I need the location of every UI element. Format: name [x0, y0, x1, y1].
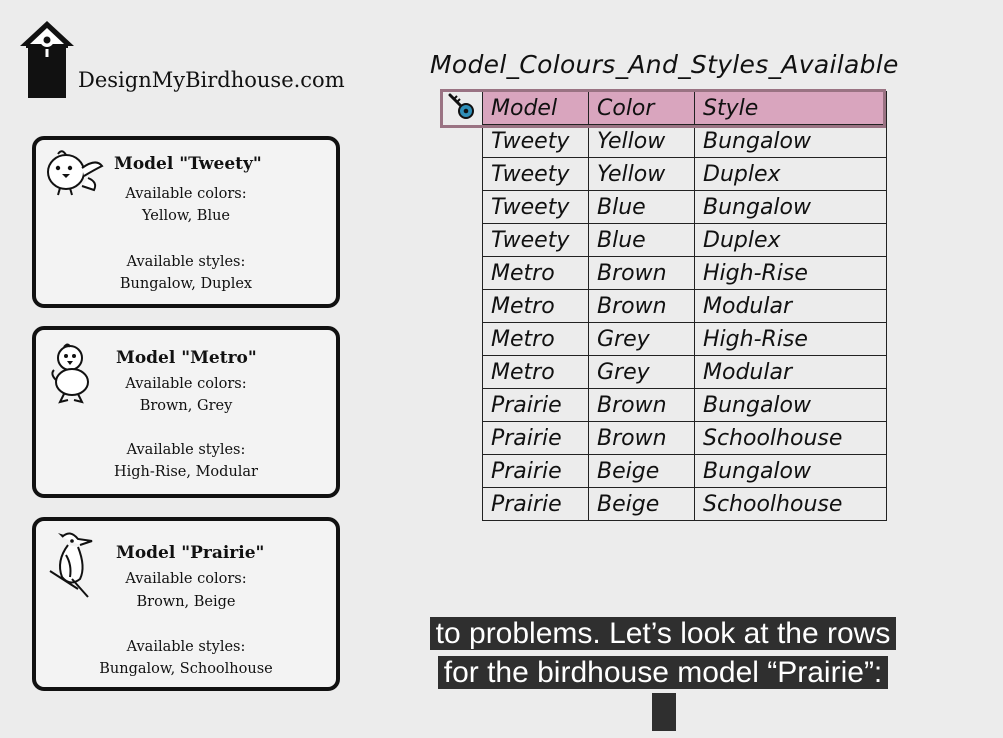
- key-icon: [448, 93, 474, 119]
- cell-model: Metro: [482, 256, 589, 290]
- cell-style: Duplex: [694, 157, 887, 191]
- styles-label: Available styles:: [126, 254, 246, 270]
- model-card-tweety: Model "Tweety" Available colors: Yellow,…: [32, 136, 340, 308]
- table-row: Metro Brown Modular: [482, 289, 887, 323]
- cell-color: Brown: [588, 388, 695, 422]
- table-row: Prairie Beige Schoolhouse: [482, 487, 887, 521]
- cell-model: Metro: [482, 322, 589, 356]
- cell-color: Grey: [588, 322, 695, 356]
- colors-label: Available colors:: [125, 571, 247, 587]
- cell-color: Brown: [588, 421, 695, 455]
- cell-style: Bungalow: [694, 388, 887, 422]
- model-card-prairie: Model "Prairie" Available colors: Brown,…: [32, 517, 340, 691]
- duck-icon: [51, 343, 89, 404]
- styles-label: Available styles:: [126, 639, 246, 655]
- cell-color: Brown: [588, 289, 695, 323]
- model-table: Model Color Style Tweety Yellow Bungalow Tw…: [482, 91, 887, 521]
- colors-value: Yellow, Blue: [141, 208, 231, 224]
- table-row: Prairie Beige Bungalow: [482, 454, 887, 488]
- cell-style: Schoolhouse: [694, 487, 887, 521]
- cell-style: Modular: [694, 355, 887, 389]
- table-row: Tweety Blue Duplex: [482, 223, 887, 257]
- model-card-metro: Model "Metro" Available colors: Brown, G…: [32, 326, 340, 498]
- cell-model: Tweety: [482, 157, 589, 191]
- cell-model: Prairie: [482, 454, 589, 488]
- cell-model: Tweety: [482, 190, 589, 224]
- table-row: Tweety Yellow Duplex: [482, 157, 887, 191]
- table-row: Tweety Yellow Bungalow: [482, 124, 887, 158]
- cell-style: Bungalow: [694, 124, 887, 158]
- cell-model: Prairie: [482, 487, 589, 521]
- cell-model: Metro: [482, 289, 589, 323]
- colors-label: Available colors:: [125, 186, 247, 202]
- table-row: Prairie Brown Bungalow: [482, 388, 887, 422]
- cell-model: Metro: [482, 355, 589, 389]
- header-color: Color: [588, 91, 695, 125]
- cell-style: High-Rise: [694, 322, 887, 356]
- styles-label: Available styles:: [126, 442, 246, 458]
- colors-label: Available colors:: [125, 376, 247, 392]
- header-style: Style: [694, 91, 887, 125]
- table-row: Metro Brown High-Rise: [482, 256, 887, 290]
- cell-color: Beige: [588, 487, 695, 521]
- cell-color: Brown: [588, 256, 695, 290]
- styles-value: Bungalow, Duplex: [119, 276, 253, 292]
- model-title: Model "Metro": [116, 348, 257, 368]
- cell-model: Prairie: [482, 388, 589, 422]
- table-title: Model_Colours_And_Styles_Available: [430, 50, 899, 79]
- cell-style: Schoolhouse: [694, 421, 887, 455]
- table-header-row: Model Color Style: [482, 91, 887, 125]
- cell-style: High-Rise: [694, 256, 887, 290]
- model-title: Model "Prairie": [116, 543, 265, 563]
- caption-line-2: for the birdhouse model “Prairie”:: [437, 656, 889, 689]
- caption-line-1: to problems. Let’s look at the rows: [429, 617, 897, 650]
- site-name: DesignMyBirdhouse.com: [78, 68, 345, 92]
- site-logo: DesignMyBirdhouse.com: [18, 18, 358, 103]
- cell-model: Prairie: [482, 421, 589, 455]
- subtitle-caption: to problems. Let’s look at the rows for …: [394, 614, 932, 692]
- cell-style: Modular: [694, 289, 887, 323]
- table-row: Metro Grey High-Rise: [482, 322, 887, 356]
- caption-cursor: [652, 693, 676, 731]
- cell-color: Yellow: [588, 157, 695, 191]
- cell-model: Tweety: [482, 223, 589, 257]
- table-row: Prairie Brown Schoolhouse: [482, 421, 887, 455]
- table-row: Metro Grey Modular: [482, 355, 887, 389]
- cell-style: Bungalow: [694, 190, 887, 224]
- cell-color: Blue: [588, 190, 695, 224]
- cell-style: Duplex: [694, 223, 887, 257]
- birdhouse-icon: [20, 21, 74, 98]
- cell-color: Grey: [588, 355, 695, 389]
- woodpecker-icon: [49, 532, 93, 598]
- cell-style: Bungalow: [694, 454, 887, 488]
- cell-model: Tweety: [482, 124, 589, 158]
- colors-value: Brown, Beige: [136, 594, 236, 610]
- table-row: Tweety Blue Bungalow: [482, 190, 887, 224]
- styles-value: Bungalow, Schoolhouse: [99, 661, 273, 677]
- colors-value: Brown, Grey: [139, 398, 233, 414]
- styles-value: High-Rise, Modular: [113, 464, 258, 480]
- cell-color: Yellow: [588, 124, 695, 158]
- cell-color: Blue: [588, 223, 695, 257]
- cell-color: Beige: [588, 454, 695, 488]
- header-model: Model: [482, 91, 589, 125]
- model-title: Model "Tweety": [114, 154, 262, 174]
